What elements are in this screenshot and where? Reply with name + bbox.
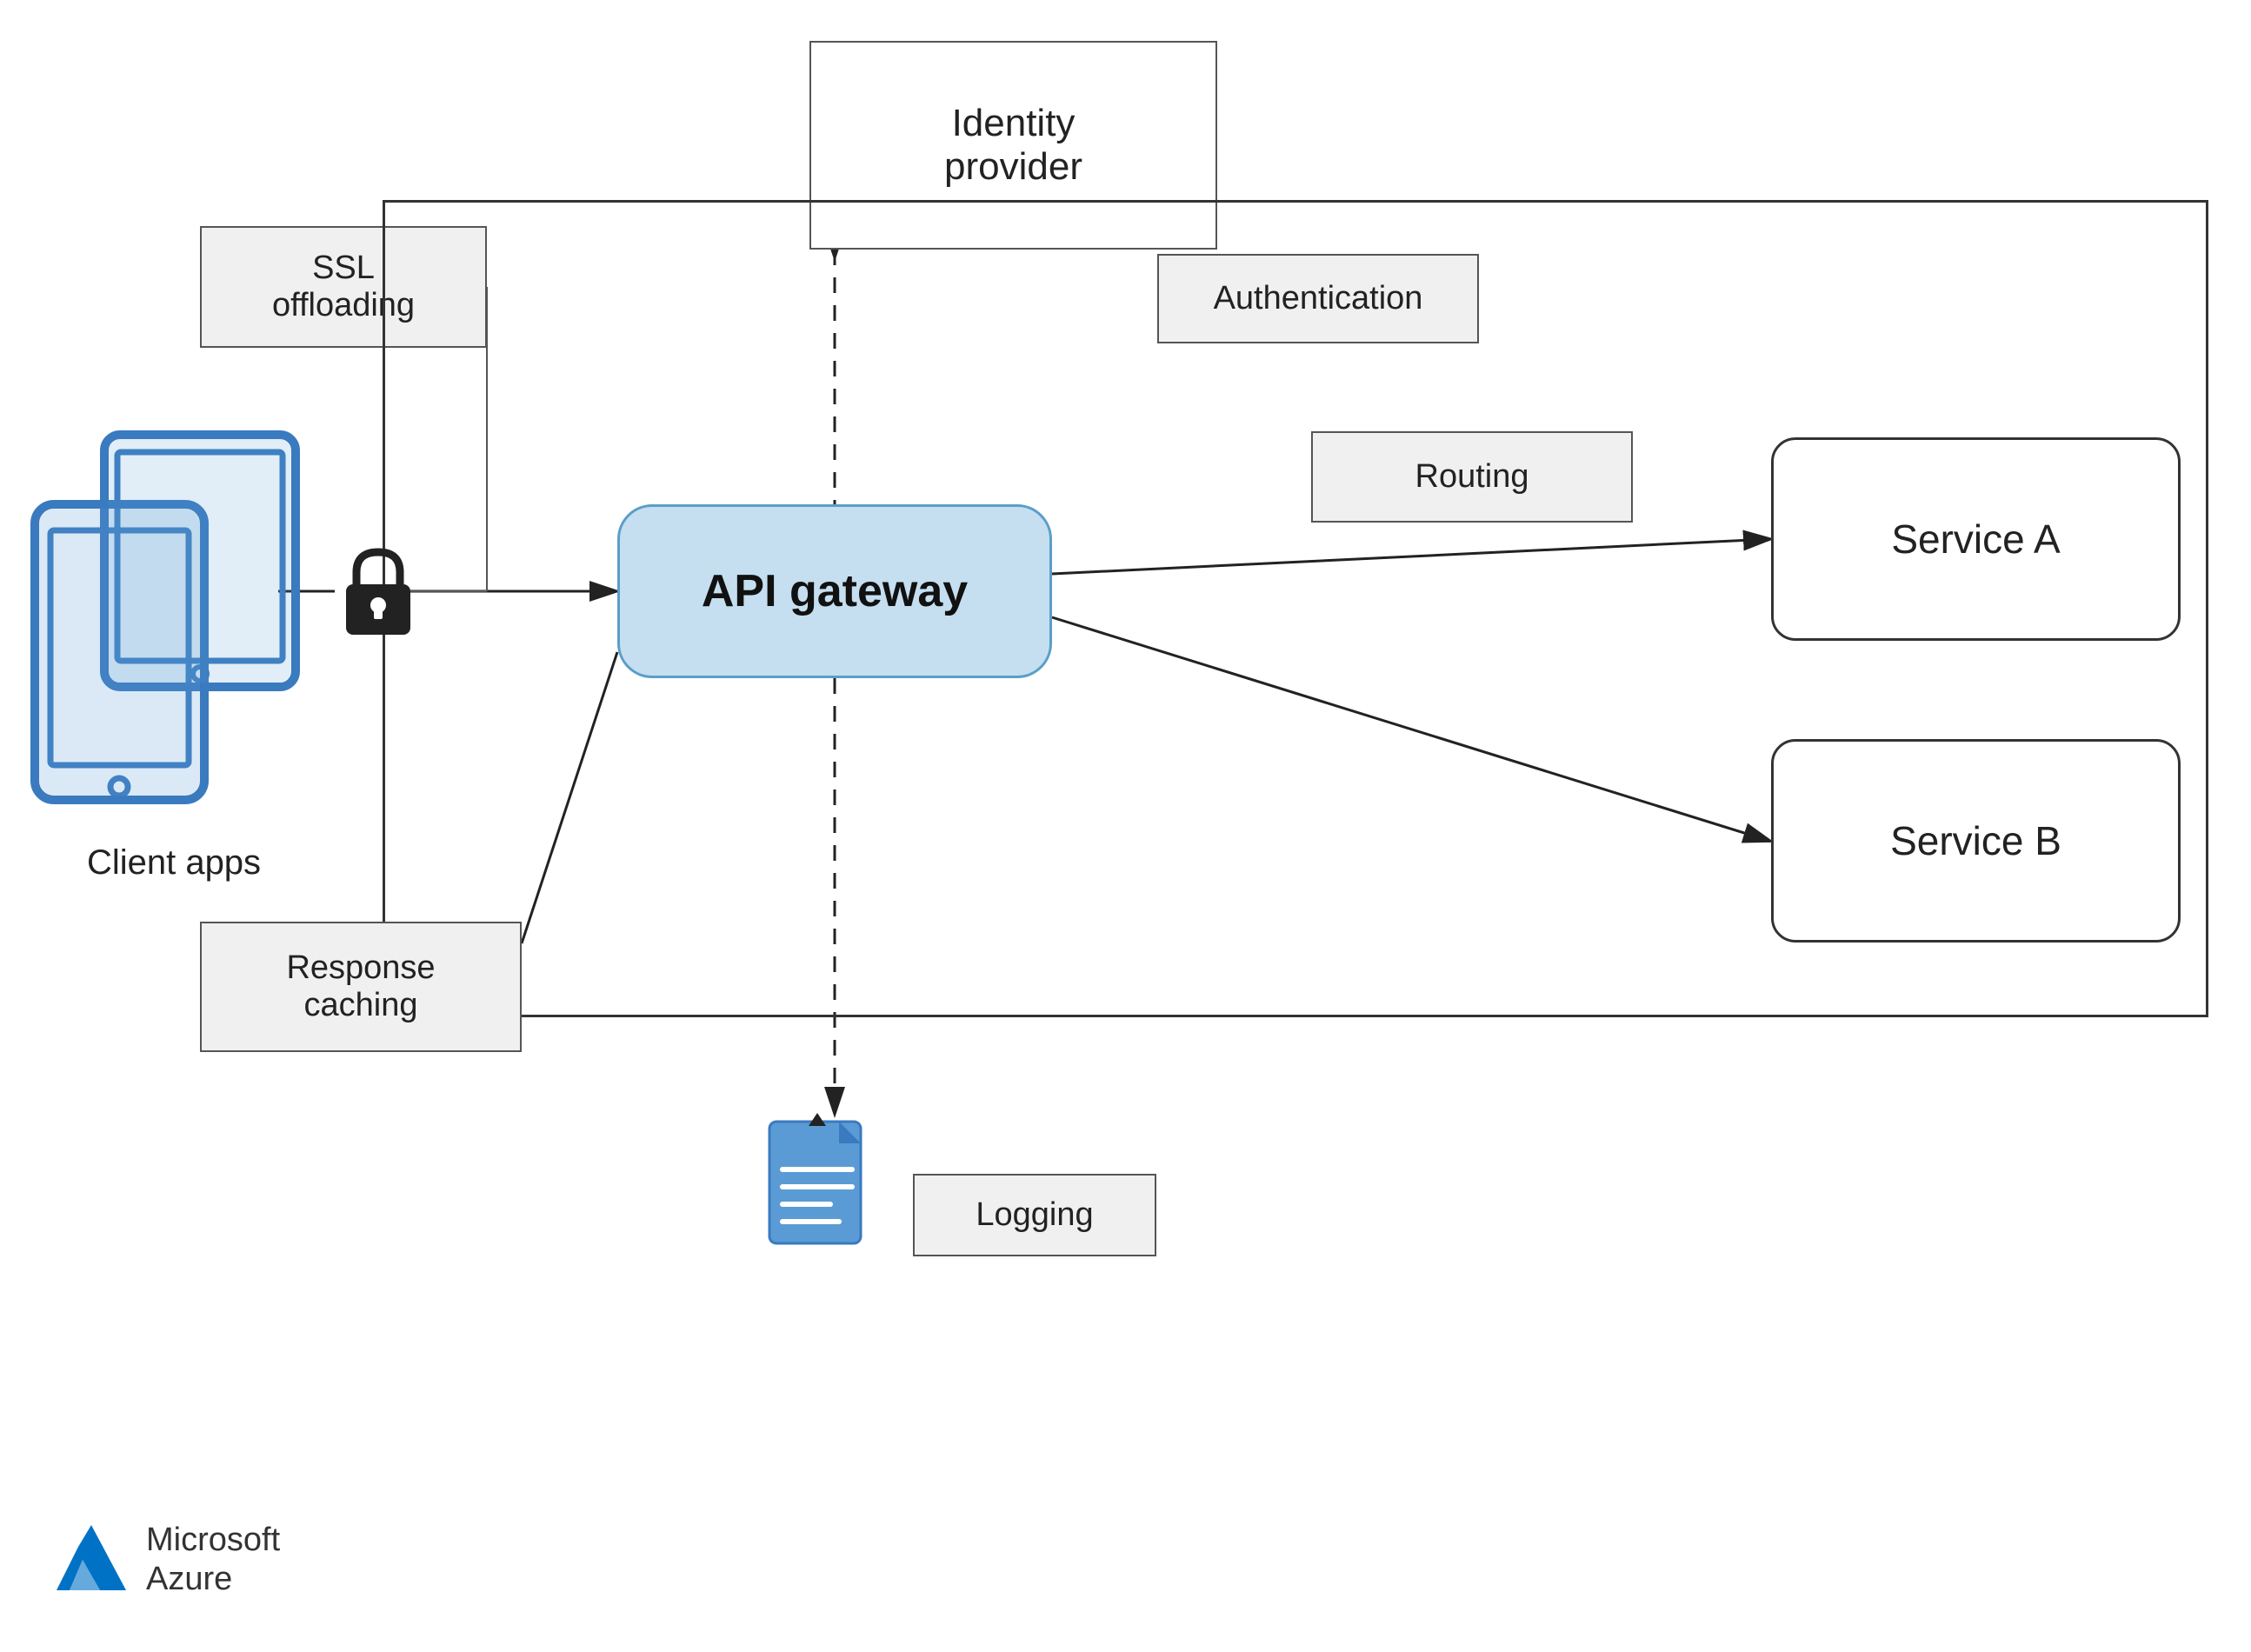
- client-apps-icon: [17, 417, 330, 822]
- client-apps-label: Client apps: [17, 843, 330, 883]
- azure-text: Microsoft Azure: [146, 1521, 280, 1600]
- lock-icon: [339, 548, 417, 648]
- response-caching-label: Response caching: [200, 922, 522, 1052]
- routing-label: Routing: [1311, 431, 1633, 523]
- identity-provider-label: Identity provider: [944, 102, 1082, 189]
- api-gateway-box: API gateway: [617, 504, 1052, 678]
- azure-badge: Microsoft Azure: [52, 1521, 280, 1600]
- logging-label: Logging: [913, 1174, 1156, 1256]
- azure-logo-icon: [52, 1521, 130, 1599]
- diagram-container: Identity provider Authentication SSL off…: [0, 0, 2251, 1652]
- logging-icon: [756, 1113, 878, 1265]
- service-b-box: Service B: [1771, 739, 2181, 943]
- service-a-box: Service A: [1771, 437, 2181, 641]
